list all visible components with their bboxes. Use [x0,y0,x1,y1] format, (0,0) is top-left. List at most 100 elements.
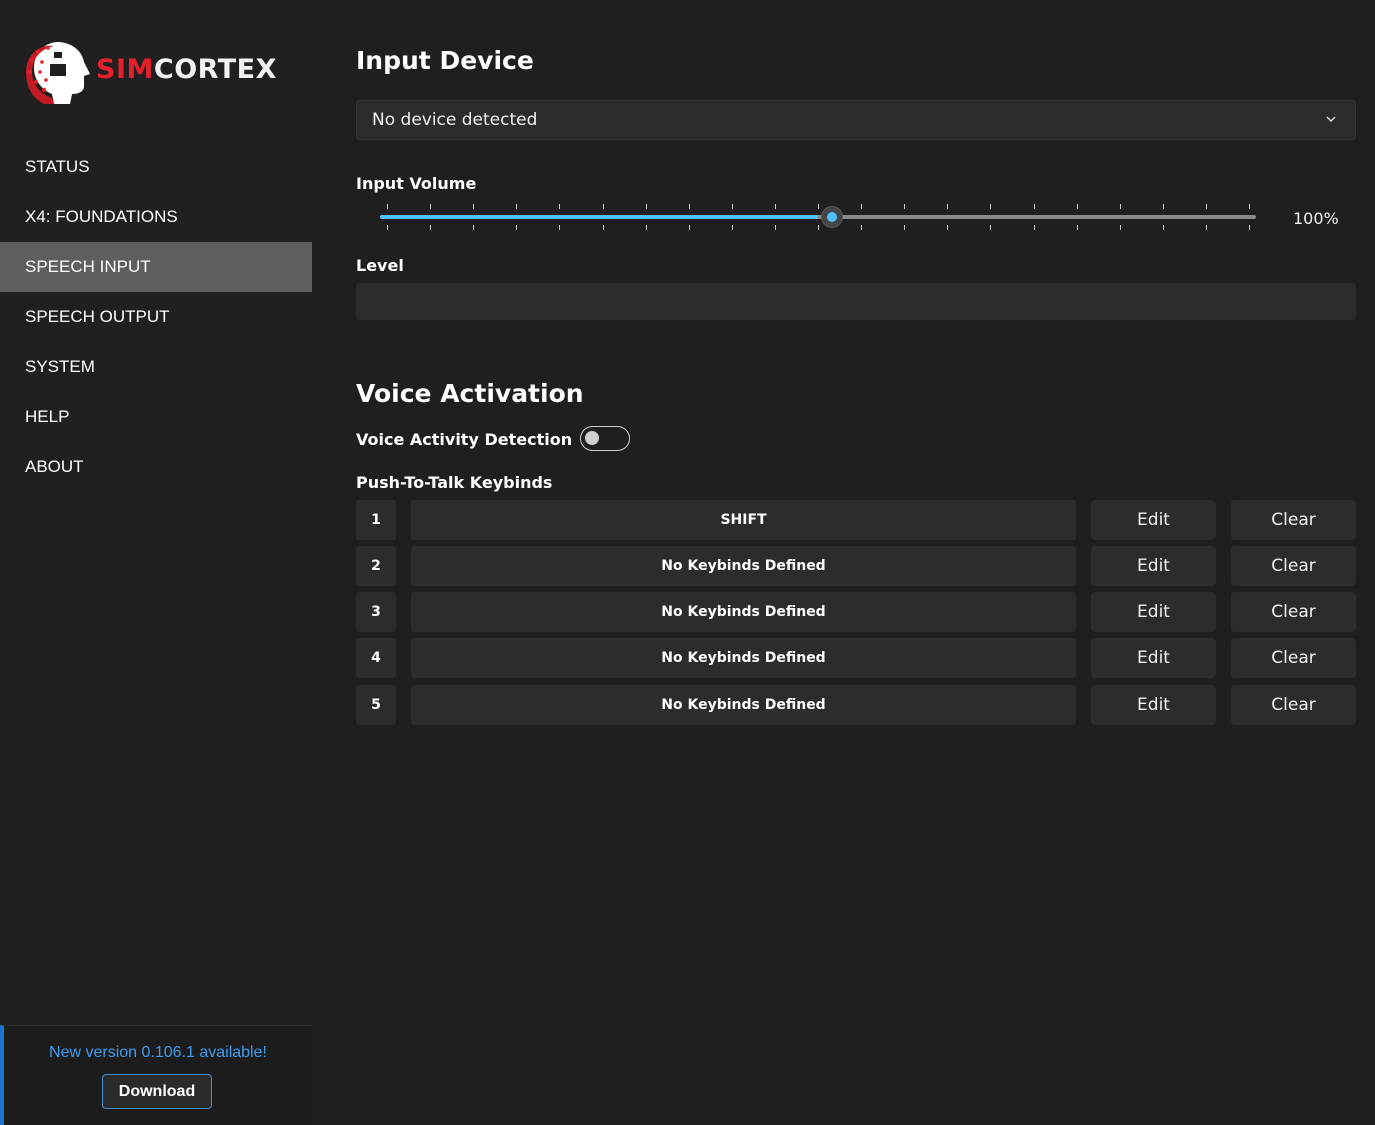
input-device-select[interactable]: No device detected [356,100,1356,140]
sidebar-nav: STATUS X4: FOUNDATIONS SPEECH INPUT SPEE… [0,142,312,492]
slider-tick [387,225,388,230]
keybind-clear-button[interactable]: Clear [1231,592,1356,632]
slider-tick [1076,225,1078,230]
sidebar-item-system[interactable]: SYSTEM [0,342,312,392]
slider-tick [473,204,475,209]
vad-label: Voice Activity Detection [356,430,573,449]
slider-tick [1205,225,1207,230]
update-banner: New version 0.106.1 available! Download [0,1025,312,1125]
slider-tick [1076,204,1078,209]
slider-tick [1119,204,1121,209]
slider-tick [602,225,604,230]
slider-tick [861,225,863,230]
keybind-clear-button[interactable]: Clear [1231,546,1356,586]
slider-tick [904,204,906,209]
slider-tick [818,225,819,230]
slider-tick [387,204,388,209]
slider-tick [947,225,949,230]
slider-tick [688,225,690,230]
sidebar-item-speech-input[interactable]: SPEECH INPUT [0,242,312,292]
level-label: Level [356,256,404,275]
slider-tick [947,204,949,209]
slider-tick [774,204,776,209]
keybind-clear-button[interactable]: Clear [1231,638,1356,678]
keybind-clear-button[interactable]: Clear [1231,500,1356,540]
keybind-clear-button[interactable]: Clear [1231,685,1356,725]
keybind-number: 4 [356,638,396,678]
slider-tick [1033,204,1035,209]
keybind-edit-button[interactable]: Edit [1091,546,1216,586]
keybind-value[interactable]: No Keybinds Defined [411,546,1076,586]
keybind-edit-button[interactable]: Edit [1091,592,1216,632]
slider-tick [559,204,561,209]
slider-tick [1162,204,1164,209]
keybind-edit-button[interactable]: Edit [1091,638,1216,678]
slider-tick [473,225,475,230]
input-device-selected-value: No device detected [372,110,538,130]
slider-tick [731,204,733,209]
vad-toggle[interactable] [580,426,630,451]
keybind-number: 1 [356,500,396,540]
ptt-keybinds-label: Push-To-Talk Keybinds [356,473,553,492]
slider-tick [430,225,432,230]
keybind-number: 3 [356,592,396,632]
logo-wordmark: SIMCORTEX [96,54,277,85]
slider-tick [1249,225,1250,230]
voice-activation-title: Voice Activation [356,379,584,408]
slider-tick [861,204,863,209]
input-volume-slider[interactable] [380,204,1256,232]
sidebar-item-x4-foundations[interactable]: X4: FOUNDATIONS [0,192,312,242]
logo-text-cortex: CORTEX [153,54,277,85]
keybind-edit-button[interactable]: Edit [1091,685,1216,725]
slider-tick [818,204,819,209]
input-volume-label: Input Volume [356,174,477,193]
toggle-knob [585,431,599,445]
sidebar-item-about[interactable]: ABOUT [0,442,312,492]
keybind-row: 3 No Keybinds Defined Edit Clear [356,592,1356,632]
sidebar-item-speech-output[interactable]: SPEECH OUTPUT [0,292,312,342]
level-meter [356,283,1356,320]
keybind-value[interactable]: No Keybinds Defined [411,592,1076,632]
keybind-row: 4 No Keybinds Defined Edit Clear [356,638,1356,678]
slider-fill [380,215,818,219]
slider-tick [990,204,992,209]
simcortex-logo: SIMCORTEX [24,38,294,108]
slider-tick [1162,225,1164,230]
sidebar-item-status[interactable]: STATUS [0,142,312,192]
keybind-value[interactable]: No Keybinds Defined [411,638,1076,678]
logo-text-sim: SIM [96,54,154,85]
update-message: New version 0.106.1 available! [49,1044,267,1061]
keybind-row: 5 No Keybinds Defined Edit Clear [356,685,1356,725]
slider-tick [990,225,992,230]
slider-thumb[interactable] [821,206,843,228]
slider-tick [1249,204,1250,209]
slider-tick [1033,225,1035,230]
chevron-down-icon [1326,116,1336,122]
slider-tick [645,204,647,209]
slider-tick [774,225,776,230]
keybind-row: 2 No Keybinds Defined Edit Clear [356,546,1356,586]
sidebar-item-help[interactable]: HELP [0,392,312,442]
keybind-value[interactable]: No Keybinds Defined [411,685,1076,725]
slider-tick [1205,204,1207,209]
sidebar: SIMCORTEX STATUS X4: FOUNDATIONS SPEECH … [0,0,312,1125]
slider-tick [731,225,733,230]
slider-tick [1119,225,1121,230]
slider-tick [602,204,604,209]
slider-tick [516,225,518,230]
keybind-value[interactable]: SHIFT [411,500,1076,540]
keybind-row: 1 SHIFT Edit Clear [356,500,1356,540]
keybind-number: 2 [356,546,396,586]
download-button[interactable]: Download [102,1074,212,1109]
input-device-title: Input Device [356,46,534,75]
slider-tick [688,204,690,209]
logo-head-icon [26,42,90,104]
slider-tick [904,225,906,230]
slider-tick [559,225,561,230]
slider-tick [430,204,432,209]
keybind-edit-button[interactable]: Edit [1091,500,1216,540]
input-volume-value: 100% [1293,209,1339,228]
keybind-number: 5 [356,685,396,725]
slider-tick [516,204,518,209]
slider-tick [645,225,647,230]
